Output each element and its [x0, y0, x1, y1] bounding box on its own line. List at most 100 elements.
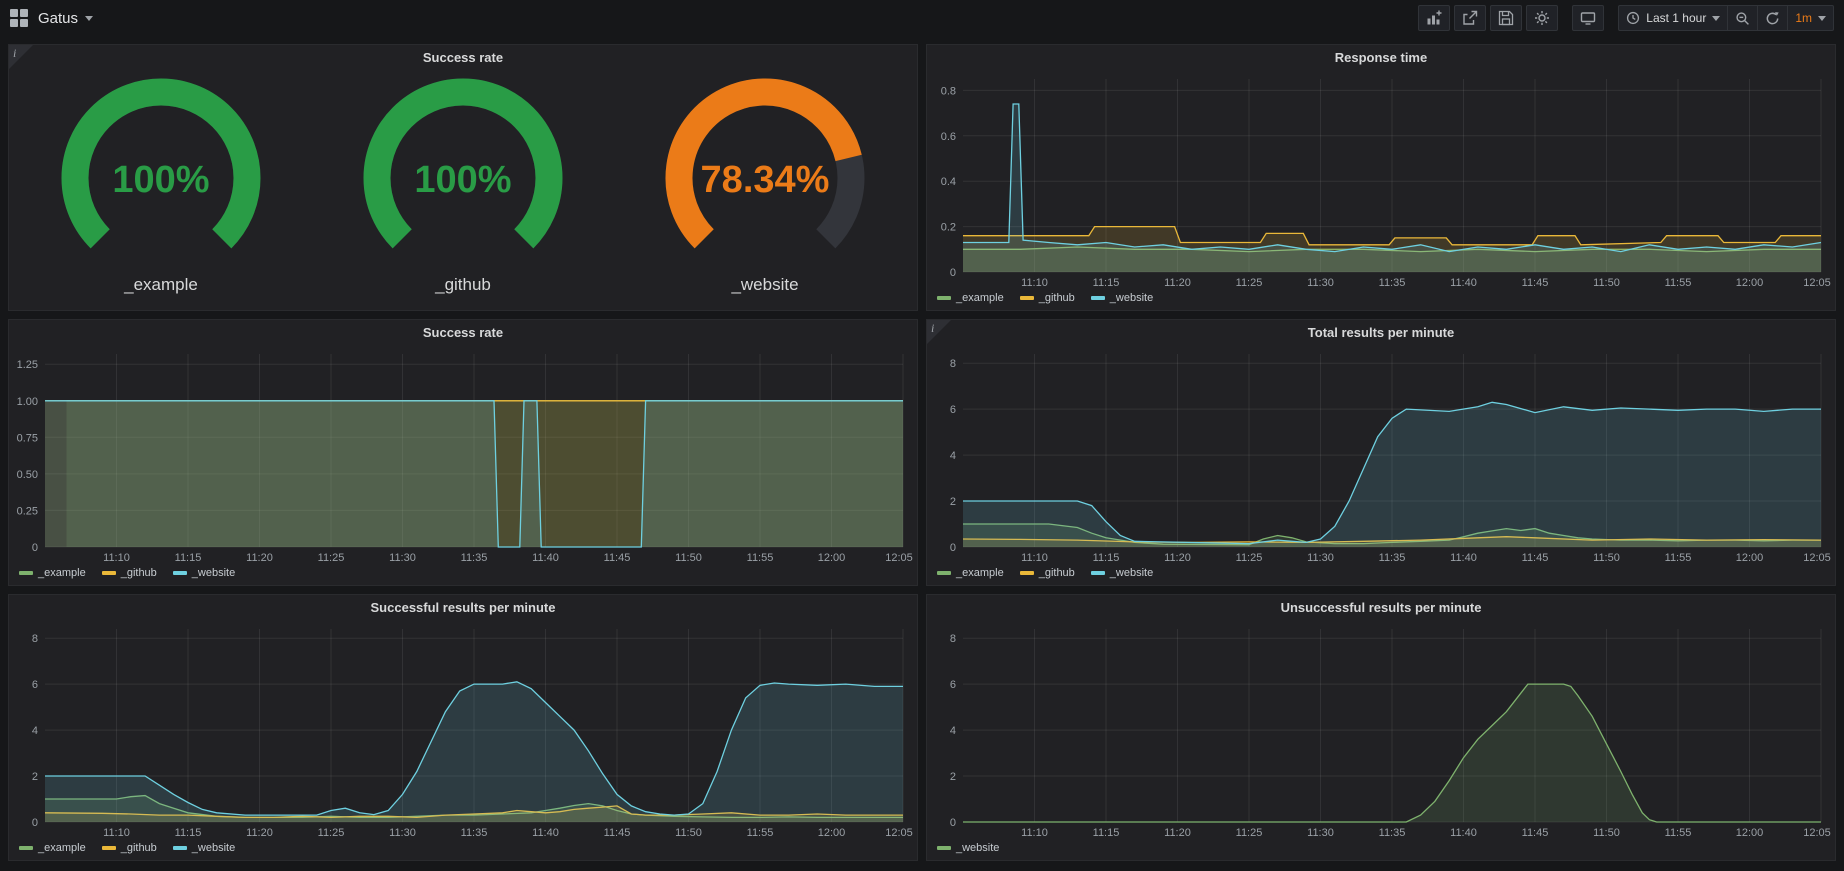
grafana-logo-icon[interactable]: [10, 9, 28, 27]
svg-text:12:05: 12:05: [1803, 827, 1831, 839]
chart-canvas[interactable]: 0246811:1011:1511:2011:2511:3011:3511:40…: [927, 346, 1835, 565]
legend-label: _website: [1110, 567, 1153, 579]
chart-canvas[interactable]: 0246811:1011:1511:2011:2511:3011:3511:40…: [9, 621, 917, 840]
chart-canvas[interactable]: 00.20.40.60.811:1011:1511:2011:2511:3011…: [927, 71, 1835, 290]
svg-text:8: 8: [32, 633, 38, 645]
legend-color-swatch: [1020, 571, 1034, 575]
legend-item-_website[interactable]: _website: [937, 842, 999, 854]
svg-text:0.4: 0.4: [941, 176, 956, 188]
panel-title[interactable]: Success rate: [9, 320, 917, 346]
refresh-icon: [1765, 11, 1780, 26]
svg-text:11:15: 11:15: [1093, 277, 1120, 289]
svg-text:8: 8: [950, 358, 956, 370]
refresh-interval-dropdown[interactable]: 1m: [1787, 5, 1834, 31]
add-panel-button[interactable]: [1418, 5, 1450, 31]
svg-text:11:35: 11:35: [461, 827, 488, 839]
svg-text:11:55: 11:55: [1665, 277, 1692, 289]
legend-color-swatch: [173, 846, 187, 850]
legend-color-swatch: [173, 571, 187, 575]
legend-item-_example[interactable]: _example: [937, 292, 1004, 304]
svg-text:11:50: 11:50: [1593, 827, 1620, 839]
svg-text:11:25: 11:25: [1236, 277, 1263, 289]
legend-item-_github[interactable]: _github: [102, 567, 157, 579]
time-range-label: Last 1 hour: [1646, 11, 1706, 25]
svg-text:11:50: 11:50: [675, 552, 702, 564]
legend-item-_example[interactable]: _example: [937, 567, 1004, 579]
svg-text:2: 2: [950, 771, 956, 783]
svg-text:0: 0: [950, 817, 956, 829]
svg-text:11:55: 11:55: [1665, 552, 1692, 564]
legend-label: _github: [121, 842, 157, 854]
svg-text:11:40: 11:40: [1450, 277, 1477, 289]
chart-area: 00.20.40.60.811:1011:1511:2011:2511:3011…: [927, 71, 1835, 290]
chart-legend: _example _github _website: [9, 565, 917, 585]
legend-label: _github: [1039, 292, 1075, 304]
refresh-interval-label: 1m: [1795, 11, 1812, 25]
svg-text:0: 0: [32, 542, 38, 554]
chart-canvas[interactable]: 0246811:1011:1511:2011:2511:3011:3511:40…: [927, 621, 1835, 840]
svg-text:0.2: 0.2: [941, 222, 956, 234]
legend-color-swatch: [102, 846, 116, 850]
svg-text:12:00: 12:00: [1736, 552, 1764, 564]
legend-item-_website[interactable]: _website: [173, 842, 235, 854]
svg-text:11:50: 11:50: [1593, 277, 1620, 289]
panel-title[interactable]: Successful results per minute: [9, 595, 917, 621]
legend-color-swatch: [1020, 296, 1034, 300]
chart-area: 0246811:1011:1511:2011:2511:3011:3511:40…: [927, 346, 1835, 565]
svg-text:11:15: 11:15: [175, 552, 202, 564]
chart-legend: _example _github _website: [9, 840, 917, 860]
svg-text:11:15: 11:15: [175, 827, 202, 839]
zoom-out-button[interactable]: [1727, 5, 1758, 31]
panel-title[interactable]: Success rate: [9, 45, 917, 71]
svg-text:11:55: 11:55: [1665, 827, 1692, 839]
dashboard-title-button[interactable]: Gatus: [38, 10, 93, 27]
svg-text:11:45: 11:45: [1522, 552, 1549, 564]
panel-info-icon[interactable]: i: [9, 45, 33, 69]
panel-title[interactable]: Response time: [927, 45, 1835, 71]
panel-successful-results-per-minute: Successful results per minute 0246811:10…: [8, 594, 918, 861]
cycle-view-button[interactable]: [1572, 5, 1604, 31]
svg-text:12:05: 12:05: [1803, 552, 1831, 564]
settings-button[interactable]: [1526, 5, 1558, 31]
svg-text:6: 6: [950, 404, 956, 416]
dashboard-title: Gatus: [38, 10, 78, 27]
legend-item-_website[interactable]: _website: [1091, 292, 1153, 304]
panel-unsuccessful-results-per-minute: Unsuccessful results per minute 0246811:…: [926, 594, 1836, 861]
save-button[interactable]: [1490, 5, 1522, 31]
legend-label: _github: [1039, 567, 1075, 579]
share-button[interactable]: [1454, 5, 1486, 31]
legend-color-swatch: [1091, 571, 1105, 575]
legend-item-_website[interactable]: _website: [1091, 567, 1153, 579]
svg-text:11:30: 11:30: [1307, 827, 1334, 839]
svg-text:11:45: 11:45: [1522, 277, 1549, 289]
svg-text:11:15: 11:15: [1093, 827, 1120, 839]
svg-text:11:10: 11:10: [103, 552, 130, 564]
legend-color-swatch: [102, 571, 116, 575]
svg-text:0.50: 0.50: [17, 469, 38, 481]
legend-item-_website[interactable]: _website: [173, 567, 235, 579]
svg-text:12:05: 12:05: [885, 552, 913, 564]
svg-text:0: 0: [32, 817, 38, 829]
svg-text:11:30: 11:30: [1307, 552, 1334, 564]
chart-area: 0246811:1011:1511:2011:2511:3011:3511:40…: [9, 621, 917, 840]
legend-item-_example[interactable]: _example: [19, 842, 86, 854]
share-icon: [1462, 10, 1478, 26]
save-icon: [1498, 10, 1514, 26]
legend-label: _website: [192, 567, 235, 579]
panel-title[interactable]: Unsuccessful results per minute: [927, 595, 1835, 621]
chart-canvas[interactable]: 00.250.500.751.001.2511:1011:1511:2011:2…: [9, 346, 917, 565]
time-picker-button[interactable]: Last 1 hour: [1618, 5, 1728, 31]
panel-info-icon[interactable]: i: [927, 320, 951, 344]
refresh-button[interactable]: [1757, 5, 1788, 31]
legend-item-_github[interactable]: _github: [1020, 567, 1075, 579]
legend-item-_github[interactable]: _github: [1020, 292, 1075, 304]
svg-text:11:25: 11:25: [318, 827, 345, 839]
svg-text:11:55: 11:55: [747, 552, 774, 564]
panel-title[interactable]: Total results per minute: [927, 320, 1835, 346]
legend-item-_github[interactable]: _github: [102, 842, 157, 854]
svg-text:2: 2: [950, 496, 956, 508]
svg-text:11:30: 11:30: [389, 552, 416, 564]
legend-item-_example[interactable]: _example: [19, 567, 86, 579]
svg-text:12:00: 12:00: [818, 827, 846, 839]
svg-text:11:40: 11:40: [1450, 827, 1477, 839]
